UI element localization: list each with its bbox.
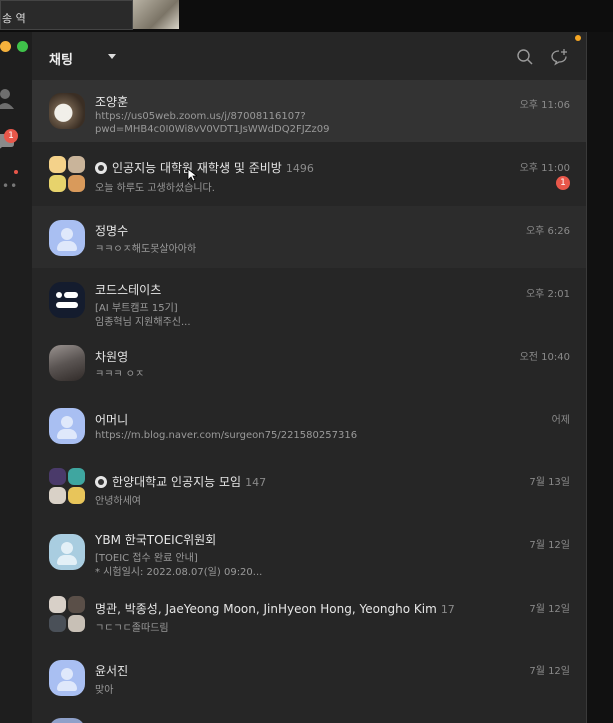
avatar-partial [49,718,85,723]
group-avatar [49,468,85,504]
friends-icon[interactable] [0,87,14,109]
chat-window: 1 •• 채팅 조양훈 https://us05web.zoom.us/j/87… [0,32,586,723]
chat-time: 오후 11:00 [519,163,570,174]
minimize-window-button[interactable] [0,41,11,52]
chat-time: 오전 10:40 [519,352,570,363]
chat-last-message-line2: * 시험일시: 2022.08.07(일) 09:20... [95,567,263,578]
chevron-down-icon[interactable] [108,54,116,59]
chat-name: 어머니 [95,413,129,427]
video-thumbnail-image [133,0,179,29]
chat-row[interactable]: 인공지능 대학원 재학생 및 준비방 1496 오늘 하루도 고생하셨습니다. 오… [32,142,586,206]
chat-row[interactable]: 명관, 박종성, JaeYeong Moon, JinHyeon Hong, Y… [32,584,586,648]
chat-name: 차원영 [95,350,129,364]
avatar [49,93,85,129]
video-thumbnail: 송 역 [0,0,133,30]
unread-badge: 1 [556,176,570,190]
chat-last-message: [TOEIC 접수 완료 안내] [95,553,198,564]
chat-last-message: 맞아 [95,685,114,696]
member-count: 147 [245,476,267,489]
avatar [49,220,85,256]
chat-name: 인공지능 대학원 재학생 및 준비방 1496 [95,159,314,176]
chat-name: 정명수 [95,224,129,238]
chat-name: 한양대학교 인공지능 모임 147 [95,473,266,490]
chat-name: 조양훈 [95,95,129,109]
chat-last-message: https://m.blog.naver.com/surgeon75/22158… [95,430,358,441]
left-rail: 1 •• [0,32,32,723]
member-count: 1496 [285,162,314,175]
chat-header: 채팅 [32,32,586,80]
chat-row[interactable]: 코드스테이츠 [AI 부트캠프 15기] 임종혁님 지원해주신... 오후 2:… [32,268,586,332]
chat-row[interactable]: 차원영 ㅋㅋㅋ ㅇㅈ 오전 10:40 [32,332,586,394]
chat-time: 어제 [551,415,570,426]
group-avatar [49,596,85,632]
chat-last-message: ㄱㄷㄱㄷ졸따드림 [95,623,169,634]
page-title[interactable]: 채팅 [49,49,73,68]
chat-row[interactable]: YBM 한국TOEIC위원회 [TOEIC 접수 완료 안내] * 시험일시: … [32,520,586,584]
avatar [49,345,85,381]
chat-name: 코드스테이츠 [95,283,162,297]
chat-time: 오후 11:06 [519,100,570,111]
chat-list-panel: 채팅 조양훈 https://us05web.zoom.us/j/8700811… [32,32,586,723]
group-chat-icon [95,162,107,174]
chat-time: 오후 6:26 [525,226,570,237]
chat-name: 명관, 박종성, JaeYeong Moon, JinHyeon Hong, Y… [95,602,455,616]
chat-row[interactable]: 조양훈 https://us05web.zoom.us/j/8700811610… [32,80,586,142]
chat-last-message: ㅋㅋㅋ ㅇㅈ [95,369,145,380]
chat-row[interactable]: 한양대학교 인공지능 모임 147 안녕하세여 7월 13일 [32,456,586,520]
chats-unread-badge: 1 [4,129,18,143]
chat-last-message: [AI 부트캠프 15기] [95,303,178,314]
chat-time: 오후 2:01 [525,289,570,300]
chat-time: 7월 13일 [529,477,570,488]
chat-row[interactable]: 정명수 ㅋㅋㅇㅈ해도못살아아하 오후 6:26 [32,206,586,268]
mouse-cursor-icon [187,168,197,182]
search-icon[interactable] [516,48,534,66]
group-avatar [49,156,85,192]
more-notification-dot [14,170,18,174]
avatar [49,534,85,570]
chat-last-message: https://us05web.zoom.us/j/87008116107? [95,111,306,122]
maximize-window-button[interactable] [17,41,28,52]
chat-time: 7월 12일 [529,604,570,615]
avatar [49,660,85,696]
avatar [49,408,85,444]
chat-name: YBM 한국TOEIC위원회 [95,533,217,547]
notification-dot [575,35,581,41]
chat-row[interactable]: 어머니 https://m.blog.naver.com/surgeon75/2… [32,394,586,456]
member-count: 17 [440,603,455,616]
chat-last-message-line2: pwd=MHB4c0I0Wi8vV0VDT1JsWWdDQ2FJZz09 [95,124,330,135]
more-icon[interactable]: •• [2,179,18,193]
chat-last-message: ㅋㅋㅇㅈ해도못살아아하 [95,244,197,255]
window-edge [586,32,587,723]
video-name-label: 송 역 [2,12,26,25]
new-chat-icon[interactable] [550,48,568,66]
avatar [49,282,85,318]
chat-time: 7월 12일 [529,540,570,551]
group-chat-icon [95,476,107,488]
chat-row[interactable]: 윤서진 맞아 7월 12일 [32,648,586,712]
chat-name: 윤서진 [95,664,129,678]
chat-last-message: 안녕하세여 [95,496,141,507]
chat-last-message-line2: 임종혁님 지원해주신... [95,317,191,328]
chat-time: 7월 12일 [529,666,570,677]
